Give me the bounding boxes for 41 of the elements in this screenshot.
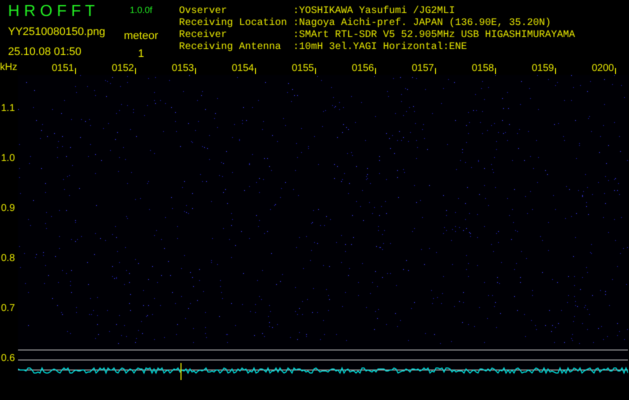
tick-mark xyxy=(435,68,436,74)
tick-mark xyxy=(615,68,616,74)
info-value: :Nagoya Aichi-pref. JAPAN (136.90E, 35.20N) xyxy=(293,18,552,30)
tick-mark xyxy=(75,68,76,74)
tick-mark xyxy=(495,68,496,74)
time-label: 0151 xyxy=(52,62,74,74)
frequency-label: 0.7 xyxy=(0,302,16,314)
tick-mark xyxy=(375,68,376,74)
version-label: 1.0.0f xyxy=(130,4,152,17)
info-value: :SMArt RTL-SDR V5 52.905MHz USB HIGASHIMURAYAMA xyxy=(293,30,576,42)
frequency-label: 0.6 xyxy=(0,352,16,364)
timestamp: 25.10.08 01:50 xyxy=(8,44,82,60)
time-label: 0200 xyxy=(592,62,614,74)
category-label: meteor xyxy=(124,28,158,44)
frequency-label: 0.9 xyxy=(0,202,16,214)
time-label: 0153 xyxy=(172,62,194,74)
frequency-label: 1.0 xyxy=(0,152,16,164)
tick-mark xyxy=(315,68,316,74)
tick-mark xyxy=(555,68,556,74)
info-label: Receiving Antenna xyxy=(179,42,282,54)
info-value: :10mH 3el.YAGI Horizontal:ENE xyxy=(293,42,468,54)
app-title: H R O F F T xyxy=(8,2,96,22)
info-label: Ovserver xyxy=(179,6,228,18)
tick-mark xyxy=(195,68,196,74)
info-label: Receiver xyxy=(179,30,228,42)
time-label: 0156 xyxy=(352,62,374,74)
tick-mark xyxy=(135,68,136,74)
filename: YY2510080150.png xyxy=(8,25,106,40)
time-label: 0154 xyxy=(232,62,254,74)
time-label: 0152 xyxy=(112,62,134,74)
tick-mark xyxy=(255,68,256,74)
info-label: Receiving Location xyxy=(179,18,288,30)
info-value: :YOSHIKAWA Yasufumi /JG2MLI xyxy=(293,6,456,18)
unit-label: kHz xyxy=(0,62,18,74)
time-label: 0158 xyxy=(472,62,494,74)
count-label: 1 xyxy=(138,47,144,62)
frequency-label: 1.1 xyxy=(0,102,16,114)
time-label: 0157 xyxy=(412,62,434,74)
frequency-label: 0.8 xyxy=(0,252,16,264)
time-label: 0159 xyxy=(532,62,554,74)
time-label: 0155 xyxy=(292,62,314,74)
